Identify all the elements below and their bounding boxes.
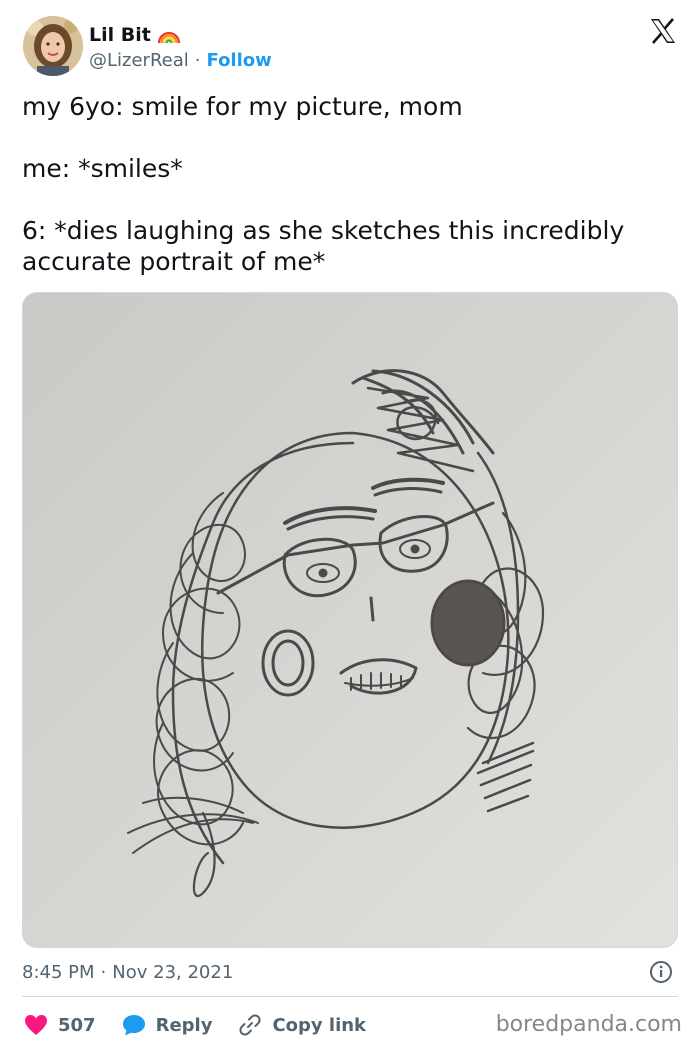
like-count: 507 (58, 1014, 96, 1036)
copy-link-button[interactable]: Copy link (238, 1013, 366, 1037)
display-name[interactable]: Lil Bit (89, 24, 151, 46)
heart-icon (25, 1015, 47, 1035)
tweet-image[interactable] (22, 292, 678, 948)
follow-button[interactable]: Follow (207, 50, 272, 71)
separator-dot: · (100, 961, 107, 983)
info-icon[interactable] (649, 960, 673, 984)
like-button[interactable]: 507 (24, 1014, 96, 1036)
watermark: boredpanda.com (495, 1012, 682, 1037)
action-bar: 507 Reply Copy link (24, 1010, 392, 1040)
rainbow-icon (157, 25, 181, 45)
tweet-timestamp[interactable]: 8:45 PM · Nov 23, 2021 (22, 958, 233, 986)
reply-label: Reply (155, 1014, 213, 1036)
link-icon (239, 1014, 261, 1036)
tweet-date[interactable]: Nov 23, 2021 (112, 962, 233, 983)
separator-dot: · (194, 49, 201, 71)
tweet-time[interactable]: 8:45 PM (22, 962, 95, 983)
reply-bubble-icon (122, 1015, 145, 1036)
x-logo-icon[interactable] (648, 16, 678, 46)
tweet-text: my 6yo: smile for my picture, mom me: *s… (22, 92, 625, 276)
copy-link-label: Copy link (272, 1014, 367, 1036)
avatar[interactable] (23, 16, 83, 76)
divider (22, 996, 678, 997)
user-handle[interactable]: @LizerReal (89, 50, 189, 71)
reply-button[interactable]: Reply (122, 1014, 213, 1036)
